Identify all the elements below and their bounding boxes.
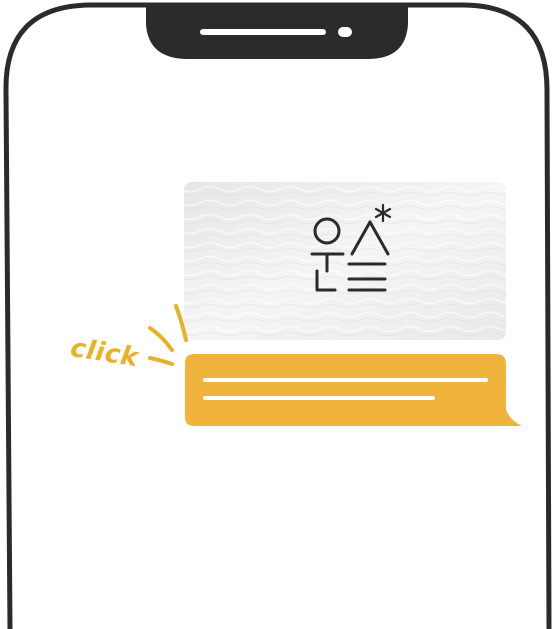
click-burst-icon	[148, 304, 188, 366]
phone-illustration: click	[0, 0, 554, 629]
camera-icon	[338, 27, 352, 37]
phone-svg	[3, 2, 552, 629]
message-bubble[interactable]	[185, 354, 522, 426]
image-card	[184, 182, 506, 340]
speaker-icon	[200, 29, 326, 35]
